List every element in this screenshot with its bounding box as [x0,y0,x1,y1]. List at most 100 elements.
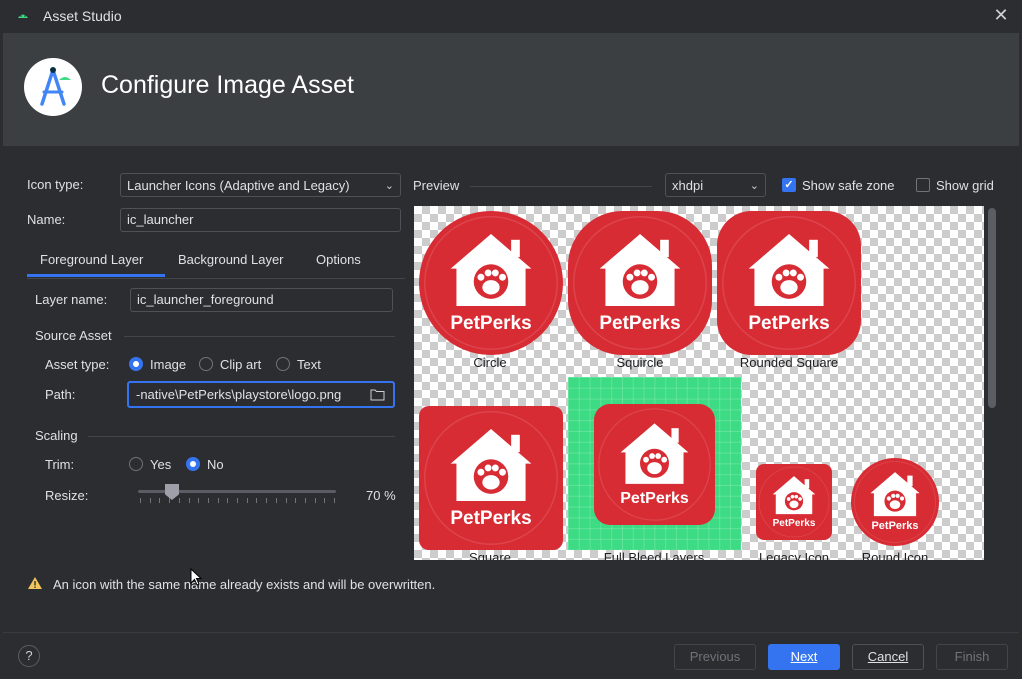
preview-icon-circle: PetPerks [419,211,563,355]
slider-tick [188,498,190,503]
preview-scrollbar-thumb[interactable] [988,208,996,408]
preview-icon-square: PetPerks [419,406,563,550]
path-label: Path: [45,387,76,402]
asset-type-clip-art-label: Clip art [220,357,262,372]
name-field[interactable]: ic_launcher [120,208,401,232]
path-field[interactable]: -native\PetPerks\playstore\logo.png [127,381,395,408]
icon-type-label: Icon type: [27,177,84,192]
slider-tick [169,498,171,503]
slider-tick [237,498,238,503]
asset-type-label: Asset type: [45,357,110,372]
trim-yes-label: Yes [150,457,172,472]
show-safe-zone-checkbox[interactable]: ✓ [782,178,796,192]
asset-type-image-radio[interactable] [129,357,143,371]
brand-text: PetPerks [748,313,830,334]
slider-tick [304,498,306,503]
preview-icon-squircle: PetPerks [568,211,712,355]
slider-tick [198,498,200,503]
icon-caption: Circle [473,355,507,370]
trim-no-radio[interactable] [186,457,200,471]
slider-tick [285,498,287,503]
android-studio-icon [18,14,28,18]
asset-type-clip-art-radio[interactable] [199,357,213,371]
icon-caption: Rounded Square [739,355,839,370]
close-icon[interactable]: ✕ [992,6,1010,24]
slider-tick [334,498,335,503]
chevron-down-icon: ⌄ [749,180,759,192]
slider-tick [207,498,209,503]
tab-options[interactable]: Options [316,252,361,267]
layer-name-label: Layer name: [35,292,108,307]
preview-label: Preview [413,178,460,193]
brand-text: PetPerks [599,313,681,334]
next-button[interactable]: Next [768,644,840,670]
icon-caption: Square [469,550,511,560]
preview-icon-rounded-square: PetPerks [717,211,861,355]
previous-button[interactable]: Previous [674,644,756,670]
asset-type-text-radio[interactable] [276,357,290,371]
trim-label: Trim: [45,457,75,472]
warning-icon [28,577,42,589]
preview-divider [470,186,652,187]
name-label: Name: [27,212,66,227]
slider-tick [246,498,248,503]
window-title: Asset Studio [43,8,122,24]
icon-caption: Round Icon [861,550,929,560]
title-bar [0,0,1022,33]
section-divider [124,336,395,337]
selected-tab-indicator [27,274,165,277]
resize-label: Resize: [45,488,89,503]
slider-tick [227,498,229,503]
preview-icon-full-bleed-layers: PetPerks [594,404,715,525]
slider-tick [178,498,180,503]
resize-value: 70 % [366,488,396,503]
trim-no-label: No [207,457,224,472]
slider-tick [159,498,161,503]
mouse-cursor-icon [190,568,203,586]
density-value: xhdpi [672,178,704,193]
warning-message: An icon with the same name already exist… [53,577,436,592]
page-title: Configure Image Asset [101,71,354,99]
finish-button[interactable]: Finish [936,644,1008,670]
icon-caption: Squircle [616,355,664,370]
slider-tick [275,498,277,503]
show-grid-label: Show grid [936,178,994,193]
tab-background-layer[interactable]: Background Layer [178,252,284,267]
icon-type-value: Launcher Icons (Adaptive and Legacy) [127,178,350,193]
slider-tick [266,498,268,503]
slider-tick [324,498,326,503]
slider-tick [140,498,141,503]
show-grid-checkbox[interactable] [916,178,930,192]
source-asset-title: Source Asset [35,328,112,343]
icon-caption: Full Bleed Layers [603,550,705,560]
help-button[interactable]: ? [18,645,40,667]
slider-tick [149,498,151,503]
density-dropdown[interactable]: xhdpi ⌄ [665,173,766,197]
preview-icon-round-icon: PetPerks [851,458,939,546]
chevron-down-icon: ⌄ [384,180,394,192]
slider-tick [217,498,219,503]
footer-divider [3,632,1019,633]
brand-text: PetPerks [450,313,532,334]
slider-tick [256,498,258,503]
slider-tick [314,498,316,503]
path-value: -native\PetPerks\playstore\logo.png [136,387,342,402]
brand-text: PetPerks [871,520,919,532]
slider-tick [295,498,297,503]
show-safe-zone-label: Show safe zone [802,178,895,193]
brand-text: PetPerks [772,518,816,529]
brand-text: PetPerks [450,508,532,529]
asset-type-image-label: Image [150,357,187,372]
icon-type-dropdown[interactable]: Launcher Icons (Adaptive and Legacy) ⌄ [120,173,401,197]
cancel-button[interactable]: Cancel [852,644,924,670]
resize-slider-thumb[interactable] [165,484,179,500]
trim-yes-radio[interactable] [129,457,143,471]
asset-type-text-label: Text [297,357,321,372]
brand-text: PetPerks [620,490,689,507]
android-studio-logo [24,58,82,116]
scaling-title: Scaling [35,428,78,443]
folder-icon[interactable] [370,388,385,401]
layer-name-field[interactable]: ic_launcher_foreground [130,288,393,312]
tab-foreground-layer[interactable]: Foreground Layer [40,252,143,267]
tab-divider [27,278,405,279]
